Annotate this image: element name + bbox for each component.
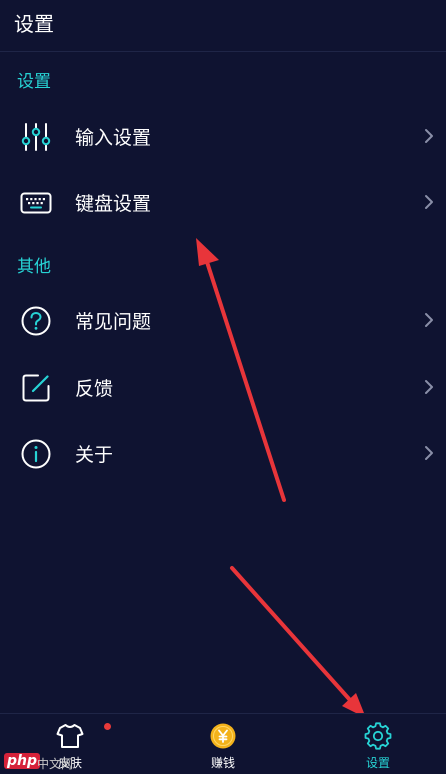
chevron-right-icon [425,446,433,460]
chevron-right-icon [425,313,433,327]
annotation-arrow-down [230,566,366,718]
settings-screen: 设置 设置 输入设置 键盘设置 其他 常见问题 反馈 关于 皮肤 赚钱 设置 p… [0,0,446,774]
row-label-input-settings: 输入设置 [75,127,152,149]
chevron-right-icon [425,380,433,394]
row-faq[interactable]: 常见问题 [0,290,446,350]
tshirt-icon [56,724,84,748]
row-about[interactable]: 关于 [0,423,446,483]
tab-label-settings: 设置 [365,756,390,770]
gear-icon [364,722,392,750]
tab-label-earn: 赚钱 [210,756,235,770]
row-label-keyboard-settings: 键盘设置 [75,193,152,215]
question-circle-icon [21,306,51,336]
yuan-coin-icon [210,723,236,749]
section-label-other: 其他 [17,257,51,277]
watermark-site: 中文网 [37,757,74,771]
notification-badge [104,723,111,730]
row-input-settings[interactable]: 输入设置 [0,106,446,166]
row-label-about: 关于 [75,444,114,466]
chevron-right-icon [425,129,433,143]
page-title: 设置 [14,12,54,36]
watermark-brand: php [4,753,41,769]
row-feedback[interactable]: 反馈 [0,357,446,417]
section-label-settings: 设置 [17,72,51,92]
header: 设置 [0,0,446,52]
row-label-feedback: 反馈 [75,378,114,400]
tab-earn[interactable]: 赚钱 [168,714,278,774]
info-circle-icon [21,439,51,469]
row-label-faq: 常见问题 [75,311,152,333]
edit-square-icon [22,374,50,402]
keyboard-icon [20,192,52,214]
watermark: php 中文网 [4,753,90,773]
chevron-right-icon [425,195,433,209]
tab-settings[interactable]: 设置 [323,714,433,774]
sliders-icon [21,123,51,151]
row-keyboard-settings[interactable]: 键盘设置 [0,172,446,232]
